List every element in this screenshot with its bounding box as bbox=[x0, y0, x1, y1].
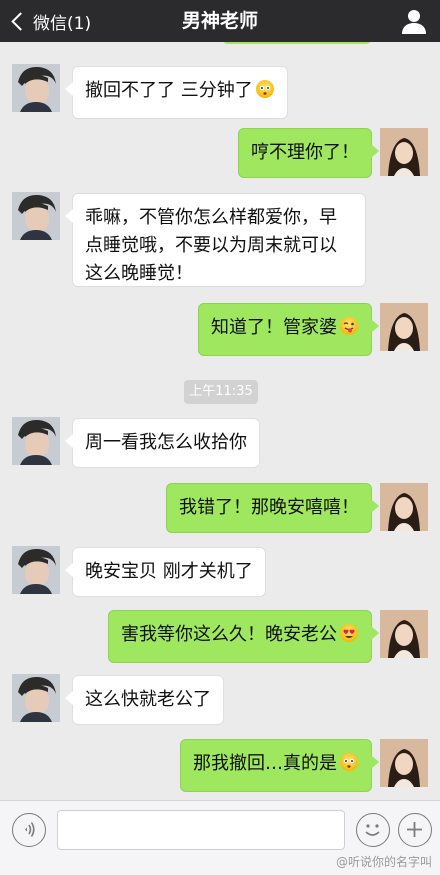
input-bar bbox=[0, 800, 440, 861]
user-avatar[interactable] bbox=[380, 610, 428, 658]
profile-icon[interactable] bbox=[400, 7, 428, 35]
chat-area[interactable]: 撤回不了了 三分钟了 哼不理你了！ 乖嘛，不管你怎么样都爱你，早点睡觉哦，不要以… bbox=[0, 42, 440, 800]
teacher-avatar[interactable] bbox=[12, 417, 60, 465]
message-bubble[interactable]: 我错了！那晚安嘻嘻！ bbox=[166, 483, 379, 533]
message-input[interactable] bbox=[57, 810, 345, 850]
teacher-avatar[interactable] bbox=[12, 64, 60, 112]
user-avatar[interactable] bbox=[380, 303, 428, 351]
worried-face-icon bbox=[339, 752, 359, 781]
worried-face-icon bbox=[255, 79, 275, 108]
message-text: 哼不理你了！ bbox=[251, 142, 359, 163]
message-text: 周一看我怎么收拾你 bbox=[85, 432, 247, 453]
message-text: 我错了！那晚安嘻嘻！ bbox=[179, 497, 359, 518]
teacher-avatar[interactable] bbox=[12, 192, 60, 240]
message-bubble[interactable]: 知道了！管家婆 bbox=[198, 303, 379, 356]
back-label: 微信(1) bbox=[33, 13, 92, 34]
message-bubble[interactable]: 晚安宝贝 刚才关机了 bbox=[65, 547, 266, 597]
message-bubble[interactable]: 害我等你这么久！晚安老公 bbox=[108, 610, 379, 663]
chevron-left-icon bbox=[11, 11, 30, 31]
voice-icon[interactable] bbox=[12, 813, 46, 847]
message-text: 知道了！管家婆 bbox=[211, 317, 337, 338]
message-text: 这么快就老公了 bbox=[85, 689, 211, 710]
user-avatar[interactable] bbox=[380, 483, 428, 531]
heart-eyes-face-icon bbox=[339, 623, 359, 652]
timestamp: 上午11:35 bbox=[184, 380, 258, 404]
message-text: 害我等你这么久！晚安老公 bbox=[121, 624, 337, 645]
plus-icon[interactable] bbox=[398, 813, 432, 847]
message-text: 撤回不了了 三分钟了 bbox=[85, 80, 253, 101]
message-bubble[interactable]: 哼不理你了！ bbox=[238, 128, 379, 178]
message-bubble[interactable]: 乖嘛，不管你怎么样都爱你，早点睡觉哦，不要以为周末就可以这么晚睡觉！ bbox=[65, 193, 366, 287]
message-bubble[interactable]: 撤回不了了 三分钟了 bbox=[65, 66, 288, 119]
teacher-avatar[interactable] bbox=[12, 674, 60, 722]
message-bubble-partial bbox=[222, 42, 372, 44]
message-bubble[interactable]: 这么快就老公了 bbox=[65, 675, 224, 725]
message-text: 晚安宝贝 刚才关机了 bbox=[85, 561, 253, 582]
user-avatar[interactable] bbox=[380, 128, 428, 176]
back-button[interactable]: 微信(1) bbox=[8, 0, 91, 42]
message-text: 乖嘛，不管你怎么样都爱你，早点睡觉哦，不要以为周末就可以这么晚睡觉！ bbox=[85, 207, 337, 284]
message-bubble[interactable]: 那我撤回…真的是 bbox=[180, 739, 379, 792]
teacher-avatar[interactable] bbox=[12, 546, 60, 594]
watermark: @听说你的名字叫 bbox=[335, 855, 432, 869]
message-bubble[interactable]: 周一看我怎么收拾你 bbox=[65, 418, 260, 468]
title-bar: 微信(1) 男神老师 bbox=[0, 0, 440, 42]
emoji-icon[interactable] bbox=[356, 813, 390, 847]
message-text: 那我撤回…真的是 bbox=[193, 753, 337, 774]
user-avatar[interactable] bbox=[380, 739, 428, 787]
winking-tongue-face-icon bbox=[339, 316, 359, 345]
